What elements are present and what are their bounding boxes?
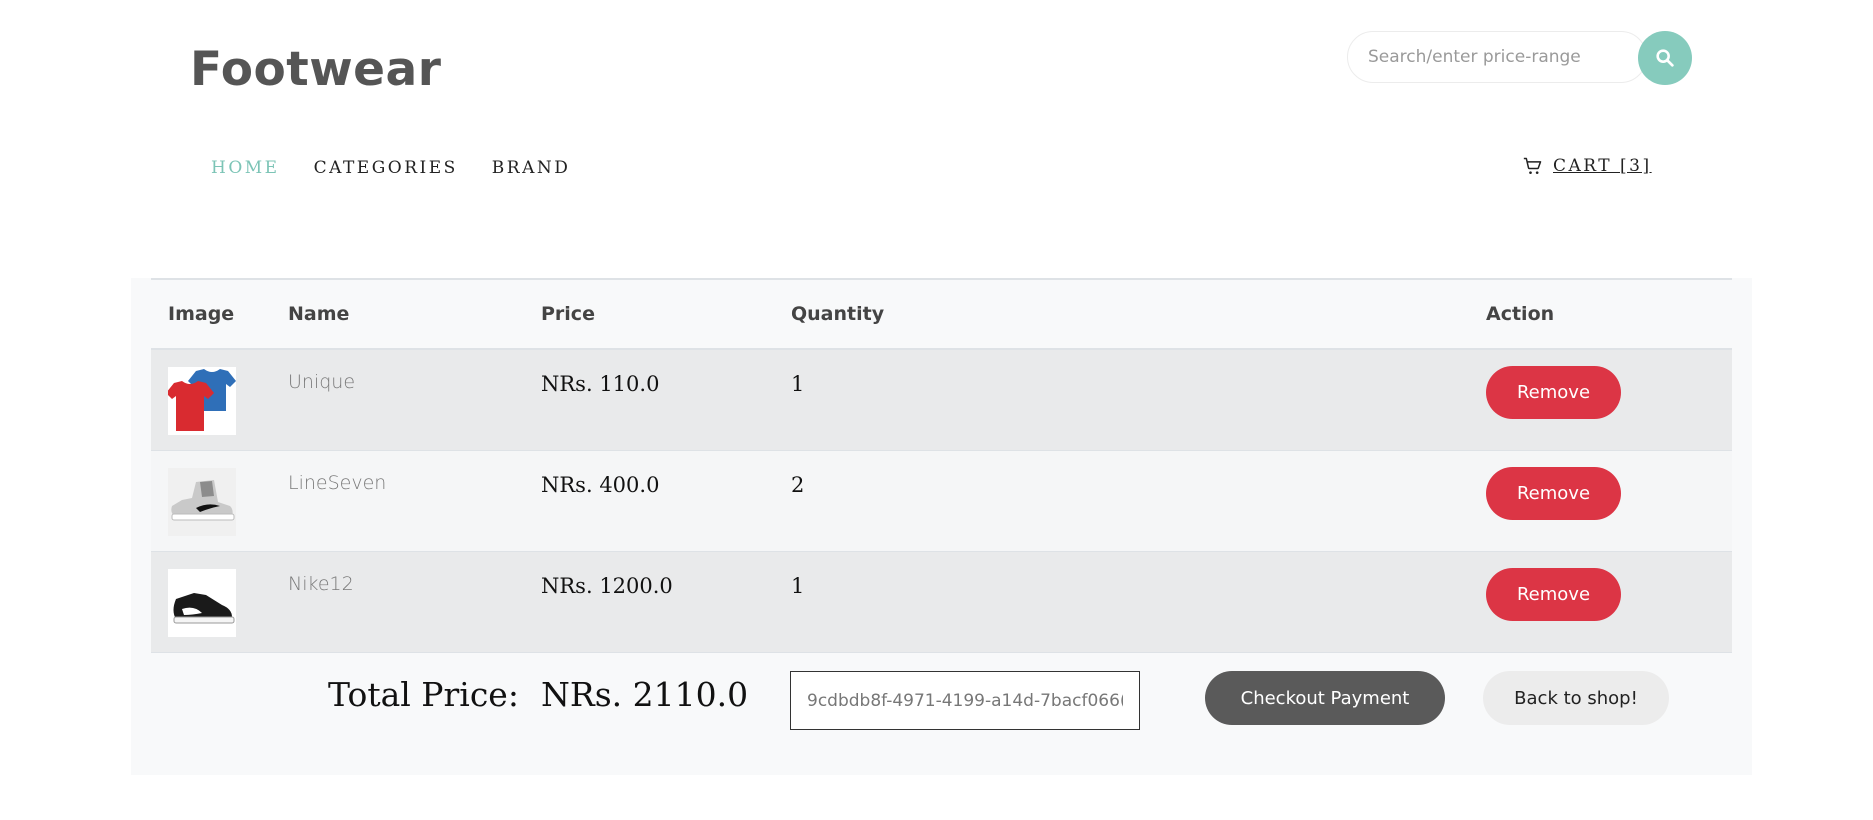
total-price-value: NRs. 2110.0 <box>541 675 749 714</box>
table-row: Unique NRs. 110.0 1 Remove <box>151 349 1732 450</box>
column-header-name: Name <box>288 303 350 325</box>
search-bar <box>1347 31 1692 85</box>
main-nav: HOME CATEGORIES BRAND <box>211 158 604 178</box>
nav-home[interactable]: HOME <box>211 158 280 178</box>
search-button[interactable] <box>1638 31 1692 85</box>
remove-button[interactable]: Remove <box>1486 567 1621 621</box>
search-icon <box>1656 49 1674 67</box>
column-header-action: Action <box>1486 303 1555 325</box>
cart-table: Image Name Price Quantity Action Unique … <box>151 278 1732 653</box>
table-row: LineSeven NRs. 400.0 2 Remove <box>151 450 1732 551</box>
column-header-quantity: Quantity <box>791 303 885 325</box>
table-header-row: Image Name Price Quantity Action <box>151 279 1732 349</box>
product-name: LineSeven <box>288 471 387 494</box>
remove-button[interactable]: Remove <box>1486 366 1621 419</box>
product-quantity: 1 <box>791 372 805 396</box>
column-header-image: Image <box>168 303 235 325</box>
product-quantity: 1 <box>791 573 805 598</box>
column-header-price: Price <box>541 303 595 325</box>
total-price-label: Total Price: <box>328 675 519 714</box>
table-row: Nike12 NRs. 1200.0 1 Remove <box>151 551 1732 652</box>
tshirts-image <box>168 367 236 435</box>
gray-sneaker-image <box>168 467 236 536</box>
black-sneaker-image <box>168 568 236 637</box>
cart-link[interactable]: CART [3] <box>1523 156 1652 176</box>
product-price: NRs. 110.0 <box>541 372 660 396</box>
nav-brand[interactable]: BRAND <box>492 158 571 178</box>
brand-title[interactable]: Footwear <box>190 42 441 97</box>
product-name: Unique <box>288 371 356 393</box>
back-to-shop-button[interactable]: Back to shop! <box>1483 671 1669 725</box>
product-price: NRs. 400.0 <box>541 472 660 497</box>
product-price: NRs. 1200.0 <box>541 573 673 598</box>
cart-label: CART [3] <box>1553 156 1652 176</box>
remove-button[interactable]: Remove <box>1486 466 1621 520</box>
product-quantity: 2 <box>791 472 805 497</box>
product-name: Nike12 <box>288 572 354 595</box>
cart-icon <box>1523 157 1542 174</box>
checkout-payment-button[interactable]: Checkout Payment <box>1205 671 1445 725</box>
payment-token-field[interactable] <box>790 671 1140 730</box>
search-input[interactable] <box>1347 31 1647 83</box>
nav-categories[interactable]: CATEGORIES <box>314 158 458 178</box>
